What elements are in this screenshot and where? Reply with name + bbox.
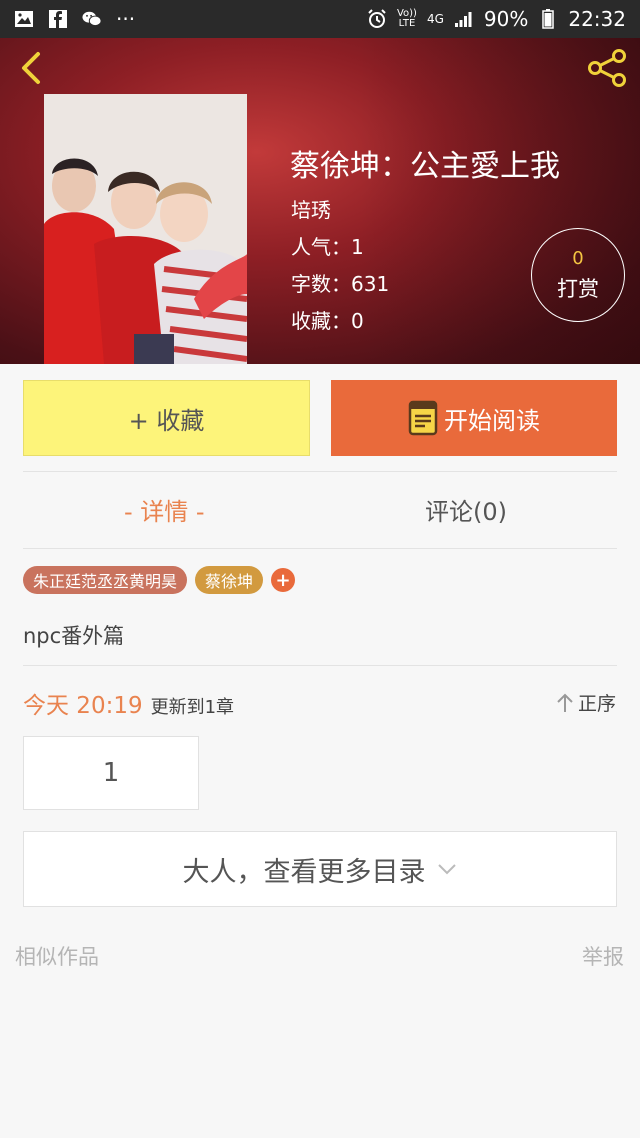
update-text: 更新到1章: [150, 697, 235, 718]
book-header: 蔡徐坤：公主愛上我 培琇 人气：1 字数：631 收藏：0 0 打赏: [0, 38, 640, 364]
more-catalog-button[interactable]: 大人，查看更多目录: [23, 831, 617, 907]
report-link[interactable]: 举报: [582, 941, 624, 971]
sort-order-button[interactable]: 正序: [556, 689, 616, 716]
volte-indicator: Vo)) LTE: [396, 8, 417, 29]
arrow-up-icon: [557, 693, 573, 712]
update-info: 今天 20:19 更新到1章: [23, 686, 234, 720]
book-favorites: 收藏：0: [291, 309, 364, 333]
image-icon: [14, 10, 34, 28]
chevron-left-icon: [22, 52, 40, 84]
share-icon: [588, 49, 626, 87]
battery-level: 90%: [483, 7, 529, 31]
reward-label: 打赏: [557, 276, 599, 301]
clock: 22:32: [568, 7, 626, 31]
network-type: 4G: [426, 12, 444, 26]
start-reading-button[interactable]: 开始阅读: [331, 380, 617, 456]
tag-item[interactable]: 蔡徐坤: [195, 566, 264, 594]
divider: [23, 471, 617, 472]
reward-button[interactable]: 0 打赏: [531, 228, 625, 322]
alarm-icon: [367, 9, 387, 28]
book-icon: [408, 400, 438, 436]
more-notifications-icon: ···: [116, 7, 136, 31]
start-reading-label: 开始阅读: [444, 406, 540, 435]
similar-works-heading: 相似作品: [15, 945, 99, 969]
add-favorite-button[interactable]: + 收藏: [23, 380, 310, 456]
more-catalog-label: 大人，查看更多目录: [182, 856, 426, 888]
battery-icon: [538, 9, 558, 29]
chevron-down-icon: [437, 864, 456, 875]
tab-comments[interactable]: 评论(0): [425, 492, 507, 527]
update-time: 今天 20:19: [23, 693, 143, 719]
divider: [23, 665, 617, 666]
chapter-item[interactable]: 1: [23, 736, 199, 810]
tab-detail[interactable]: - 详情 -: [124, 492, 205, 527]
add-favorite-label: + 收藏: [128, 406, 205, 435]
add-tag-button[interactable]: +: [271, 568, 296, 592]
book-cover-image[interactable]: [44, 94, 247, 364]
status-bar: ··· Vo)) LTE 4G 90% 22:32: [0, 0, 640, 38]
share-button[interactable]: [586, 48, 628, 88]
book-title: 蔡徐坤：公主愛上我: [290, 149, 560, 184]
reward-count: 0: [572, 247, 584, 269]
tag-list: 朱正廷范丞丞黄明昊 蔡徐坤 +: [23, 566, 296, 594]
book-popularity: 人气：1: [291, 235, 364, 259]
book-word-count: 字数：631: [291, 272, 390, 296]
back-button[interactable]: [14, 48, 48, 88]
chapter-number: 1: [102, 758, 120, 788]
book-description: npc番外篇: [23, 624, 125, 648]
book-author[interactable]: 培琇: [291, 194, 331, 223]
signal-icon: [454, 10, 474, 28]
divider: [23, 548, 617, 549]
tag-item[interactable]: 朱正廷范丞丞黄明昊: [23, 566, 188, 594]
sort-order-label: 正序: [577, 693, 616, 715]
wechat-icon: [82, 10, 102, 28]
facebook-icon: [48, 10, 68, 28]
